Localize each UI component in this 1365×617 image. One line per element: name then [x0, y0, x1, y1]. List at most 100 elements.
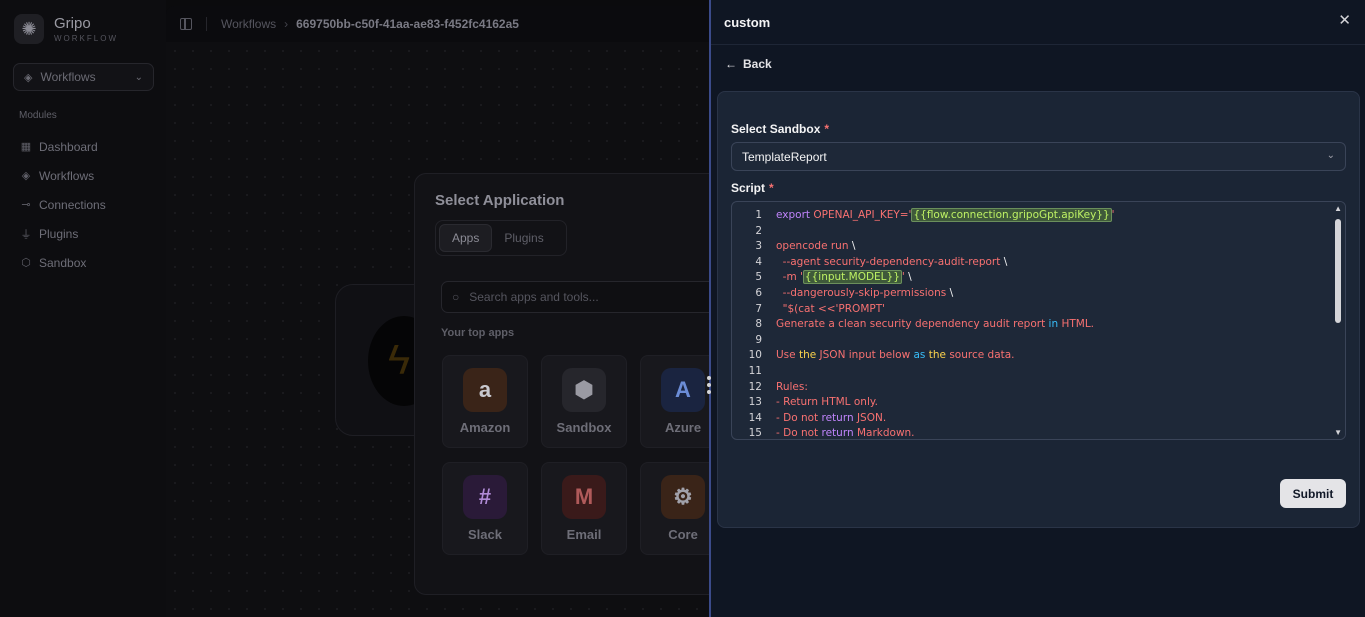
code-text: - Do not return JSON. [776, 411, 887, 424]
sidebar-item-workflows[interactable]: ◈ Workflows [19, 161, 106, 190]
line-number: 1 [755, 209, 762, 221]
chevron-right-icon: › [284, 17, 289, 31]
sidebar-item-label: Connections [39, 197, 106, 212]
code-text: --agent security-dependency-audit-report… [776, 255, 1008, 268]
gear-icon: ⚙ [661, 475, 705, 519]
code-text: Generate a clean security dependency aud… [776, 318, 1095, 331]
sandbox-field-label: Select Sandbox * [731, 122, 829, 136]
mail-icon: M [562, 475, 606, 519]
layers-icon: ◈ [21, 170, 31, 182]
code-line: 3 opencode run \ [732, 239, 1332, 255]
breadcrumb-root[interactable]: Workflows [221, 17, 276, 31]
select-application-modal: Select Application Apps Plugins ○ Search… [414, 173, 710, 595]
line-number: 13 [748, 396, 762, 409]
panel-header: custom ✕ [711, 0, 1365, 45]
tab-apps[interactable]: Apps [439, 224, 493, 252]
code-line: 2 [732, 224, 1332, 240]
breadcrumb-current: 669750bb-c50f-41aa-ae83-f452fc4162a5 [296, 17, 519, 31]
app-tabs: Apps Plugins [435, 220, 567, 256]
line-number: 10 [748, 349, 762, 362]
app-name: Sandbox [556, 420, 612, 435]
line-number: 8 [755, 318, 762, 331]
search-placeholder: Search apps and tools... [469, 290, 599, 304]
required-marker: * [769, 181, 774, 195]
app-card-amazon[interactable]: a Amazon [442, 355, 528, 448]
brand-name: Gripo [54, 14, 91, 32]
code-line: 7 "$(cat <<'PROMPT' [732, 302, 1332, 318]
app-card-sandbox[interactable]: ⬢ Sandbox [541, 355, 627, 448]
script-editor[interactable]: 1 export OPENAI_API_KEY=' {{flow.connectio… [731, 201, 1346, 440]
scroll-thumb[interactable] [1335, 219, 1341, 323]
sandbox-select[interactable]: TemplateReport ⌄ [731, 142, 1346, 171]
amazon-icon: a [463, 368, 507, 412]
code-line: 1 export OPENAI_API_KEY=' {{flow.connectio… [732, 208, 1332, 224]
logo-icon: ✺ [14, 14, 44, 44]
chevron-down-icon: ⌄ [134, 71, 143, 83]
code-line: 8 Generate a clean security dependency au… [732, 317, 1332, 333]
bolt-icon: ϟ [388, 336, 411, 383]
chevron-down-icon: ⌄ [1326, 150, 1335, 161]
code-line: 4 --agent security-dependency-audit-repo… [732, 255, 1332, 271]
scroll-up-icon[interactable]: ▲ [1334, 204, 1342, 213]
layers-icon: ◈ [24, 71, 33, 84]
line-number: 3 [755, 240, 762, 253]
line-number: 7 [755, 302, 762, 315]
sidebar-item-sandbox[interactable]: ⬡ Sandbox [19, 248, 106, 277]
code-line: 11 [732, 364, 1332, 380]
workspace-select[interactable]: ◈ Workflows ⌄ [13, 63, 154, 91]
editor-scrollbar[interactable]: ▲ ▼ [1331, 202, 1345, 439]
topbar: Workflows › 669750bb-c50f-41aa-ae83-f452… [166, 6, 710, 42]
close-icon[interactable]: ✕ [1338, 11, 1351, 29]
code-text: -m ' {{input.MODEL}} ' \ [776, 270, 912, 285]
back-button[interactable]: ← Back [725, 57, 772, 71]
sidebar-item-connections[interactable]: ⊸ Connections [19, 190, 106, 219]
code-line: 5 -m ' {{input.MODEL}} ' \ [732, 270, 1332, 286]
plug-icon: ⏚ [20, 228, 32, 241]
app-name: Core [668, 527, 698, 542]
panel-title: custom [724, 15, 771, 30]
brand-subtitle: WORKFLOW [54, 33, 118, 43]
code-line: 14 - Do not return JSON. [732, 411, 1332, 427]
modules-section-label: Modules [19, 110, 57, 121]
code-text: opencode run \ [776, 240, 856, 253]
submit-button[interactable]: Submit [1280, 479, 1346, 508]
grid-icon: ▦ [20, 141, 32, 153]
sandbox-select-value: TemplateReport [742, 149, 827, 164]
code-text: Use the JSON input below as the source d… [776, 349, 1015, 362]
code-text: Rules: [776, 380, 808, 393]
divider [206, 17, 207, 31]
node-config-panel: custom ✕ ← Back Select Sandbox * Template… [711, 0, 1365, 617]
line-number: 12 [748, 380, 762, 393]
app-card-slack[interactable]: # Slack [442, 462, 528, 555]
code-line: 15 - Do not return Markdown. [732, 426, 1332, 439]
app-card-azure[interactable]: A Azure [640, 355, 710, 448]
app-card-email[interactable]: M Email [541, 462, 627, 555]
sandbox-label-text: Select Sandbox [731, 122, 821, 136]
top-apps-label: Your top apps [441, 327, 515, 339]
script-label-text: Script [731, 181, 766, 195]
cube-icon: ⬡ [21, 257, 31, 269]
toggle-sidebar-icon[interactable] [180, 18, 192, 30]
code-line: 13 - Return HTML only. [732, 395, 1332, 411]
sidebar: ✺ Gripo WORKFLOW ◈ Workflows ⌄ Modules ▦… [0, 0, 166, 617]
code-text: export OPENAI_API_KEY=' {{flow.connection… [776, 208, 1115, 222]
modal-title: Select Application [435, 192, 565, 209]
sidebar-item-dashboard[interactable]: ▦ Dashboard [19, 132, 106, 161]
link-icon: ⊸ [21, 199, 31, 211]
code-line: 6 --dangerously-skip-permissions \ [732, 286, 1332, 302]
line-number: 6 [755, 286, 762, 299]
line-number: 2 [755, 224, 762, 237]
sidebar-item-plugins[interactable]: ⏚ Plugins [19, 219, 106, 248]
app-root: ✺ Gripo WORKFLOW ◈ Workflows ⌄ Modules ▦… [0, 0, 1365, 617]
tab-plugins[interactable]: Plugins [492, 224, 555, 252]
app-name: Amazon [459, 420, 511, 435]
app-search-input[interactable]: ○ Search apps and tools... [441, 281, 710, 313]
line-number: 4 [755, 255, 762, 268]
line-number: 5 [755, 271, 762, 284]
slack-icon: # [463, 475, 507, 519]
cube-icon: ⬢ [562, 368, 606, 412]
scroll-down-icon[interactable]: ▼ [1334, 428, 1342, 437]
required-marker: * [824, 122, 830, 136]
line-number: 11 [748, 364, 762, 377]
app-card-core[interactable]: ⚙ Core [640, 462, 710, 555]
